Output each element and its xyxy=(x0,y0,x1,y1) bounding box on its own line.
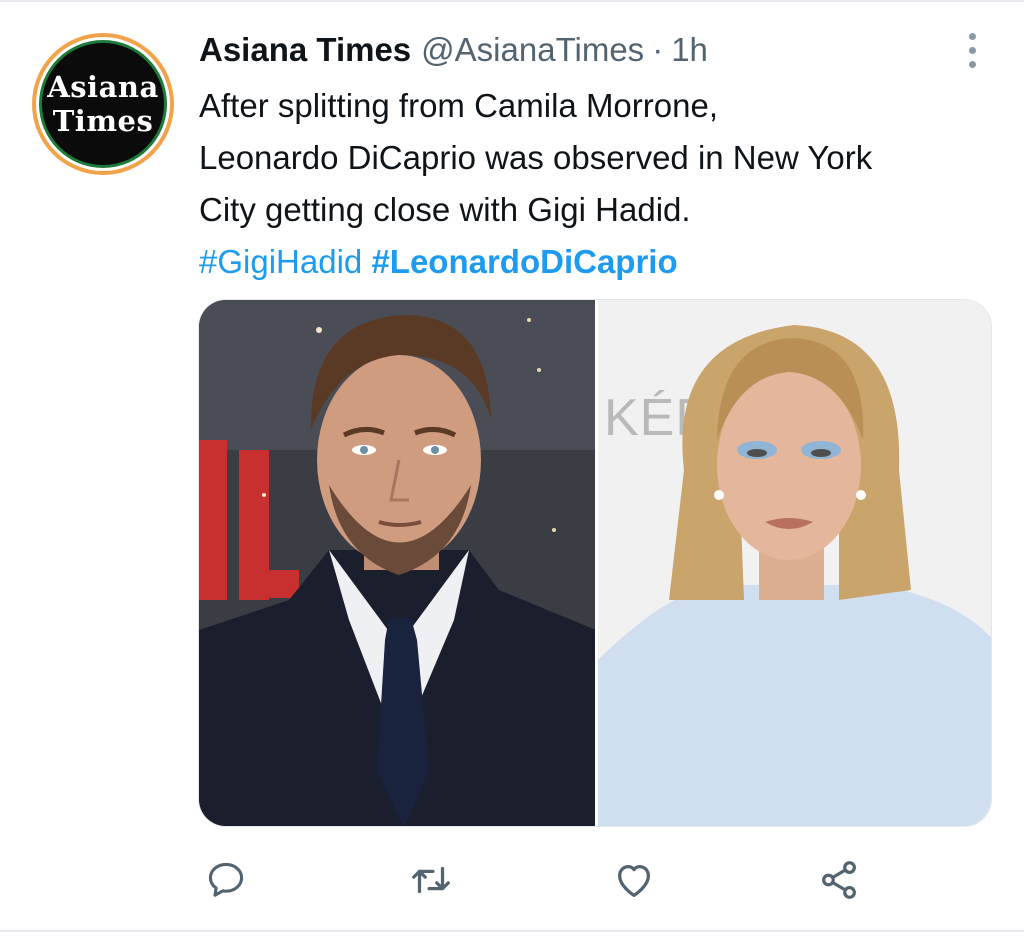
like-icon xyxy=(617,864,651,897)
avatar-logo-word-2: Times xyxy=(52,104,154,138)
separator-dot: · xyxy=(652,31,664,68)
avatar[interactable]: Asiana Times xyxy=(32,33,174,175)
tweet-text-line: After splitting from Camila Morrone, xyxy=(199,87,718,124)
reply-icon xyxy=(208,862,244,897)
more-options-icon[interactable] xyxy=(963,30,983,70)
hashtag-gigihadid[interactable]: #GigiHadid xyxy=(199,243,362,280)
author-handle[interactable]: @AsianaTimes xyxy=(421,31,644,69)
avatar-logo: Asiana Times xyxy=(42,43,164,165)
tweet-text: After splitting from Camila Morrone, Leo… xyxy=(199,80,999,288)
tweet-text-line: City getting close with Gigi Hadid. xyxy=(199,191,691,228)
reply-button[interactable] xyxy=(198,852,254,908)
retweet-icon xyxy=(412,866,450,894)
author-name[interactable]: Asiana Times xyxy=(199,31,411,69)
media-collage: KÉRA xyxy=(199,300,991,826)
like-button[interactable] xyxy=(606,852,662,908)
bottom-divider xyxy=(0,930,1024,932)
avatar-logo-word-1: Asiana xyxy=(47,70,159,104)
retweet-button[interactable] xyxy=(403,852,459,908)
share-icon xyxy=(822,861,856,899)
top-divider xyxy=(0,0,1024,2)
tweet-media[interactable]: KÉRA xyxy=(198,299,992,827)
tweet-actions xyxy=(0,852,1024,908)
timestamp[interactable]: 1h xyxy=(671,31,708,69)
hashtag-leonardodicaprio[interactable]: #LeonardoDiCaprio xyxy=(371,243,677,280)
tweet-header: Asiana Times @AsianaTimes · 1h xyxy=(199,28,708,72)
hashtag-row: #GigiHadid #LeonardoDiCaprio xyxy=(199,236,999,288)
tweet-text-line: Leonardo DiCaprio was observed in New Yo… xyxy=(199,139,873,176)
share-button[interactable] xyxy=(811,852,867,908)
